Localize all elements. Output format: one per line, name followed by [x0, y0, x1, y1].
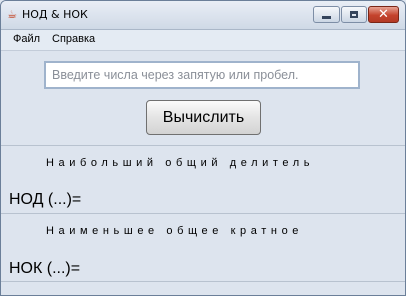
- calculate-button[interactable]: Вычислить: [146, 100, 261, 135]
- gcd-result: НОД (...)=: [9, 191, 82, 208]
- java-cup-icon: ☕: [7, 8, 17, 21]
- numbers-input-field[interactable]: [52, 68, 352, 82]
- close-button[interactable]: ✕: [368, 6, 399, 23]
- lcm-caption: Наименьшее общее кратное: [46, 225, 303, 237]
- minimize-button[interactable]: [313, 6, 340, 23]
- lcm-result: НОК (...)=: [9, 260, 81, 277]
- maximize-icon: [350, 11, 358, 18]
- maximize-button[interactable]: [341, 6, 367, 23]
- gcd-caption: Наибольший общий делитель: [46, 157, 315, 169]
- title-bar[interactable]: ☕ НОД & НОК ✕: [1, 1, 405, 30]
- minimize-icon: [322, 16, 331, 19]
- app-window: ☕ НОД & НОК ✕ Файл Справка Вычислить Наи…: [0, 0, 406, 296]
- window-title: НОД & НОК: [22, 8, 88, 21]
- menu-bar: Файл Справка: [1, 30, 405, 50]
- close-icon: ✕: [378, 7, 389, 22]
- separator-middle: [1, 213, 405, 214]
- menu-help[interactable]: Справка: [52, 33, 95, 45]
- separator-top: [1, 145, 405, 146]
- separator-bottom: [1, 281, 405, 282]
- menu-file[interactable]: Файл: [13, 33, 40, 45]
- numbers-input[interactable]: [44, 61, 360, 89]
